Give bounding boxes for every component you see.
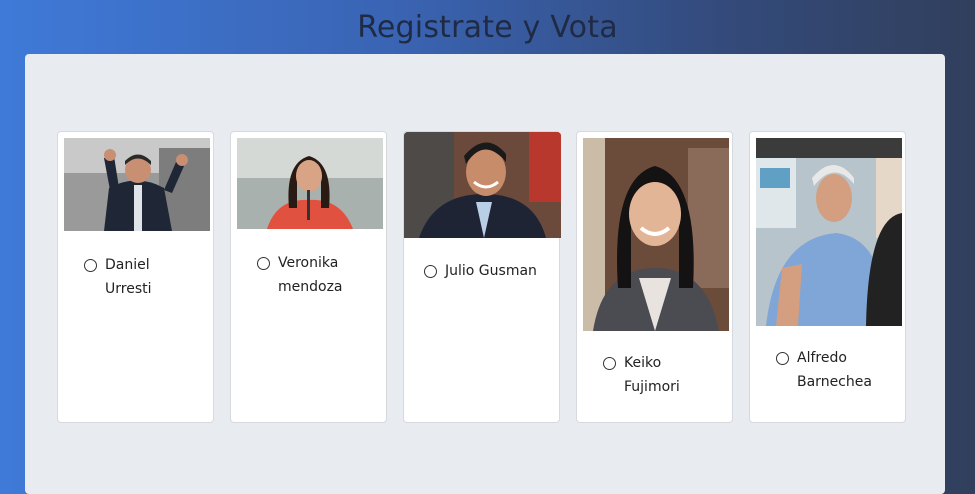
vote-option[interactable]: Keiko Fujimori <box>603 354 680 399</box>
candidate-name-line1: Daniel <box>105 257 150 273</box>
candidate-card-keiko-fujimori[interactable]: Keiko Fujimori <box>576 131 733 423</box>
candidate-card-julio-gusman[interactable]: Julio Gusman <box>403 131 561 423</box>
vote-option[interactable]: Daniel Urresti <box>84 256 152 301</box>
candidate-photo <box>64 138 210 231</box>
candidate-name: Daniel Urresti <box>105 253 152 301</box>
page-title: Registrate y Vota <box>357 10 618 45</box>
vote-option[interactable]: Alfredo Barnechea <box>776 349 872 394</box>
candidate-name-line1: Keiko <box>624 355 662 371</box>
vote-option[interactable]: Julio Gusman <box>424 262 537 283</box>
radio-button[interactable] <box>257 257 270 270</box>
candidate-name: Julio Gusman <box>445 259 537 283</box>
candidate-name-line1: Julio Gusman <box>445 263 537 279</box>
radio-button[interactable] <box>603 357 616 370</box>
candidate-name: Keiko Fujimori <box>624 351 680 399</box>
candidate-name-line2: Fujimori <box>624 379 680 395</box>
candidate-card-alfredo-barnechea[interactable]: Alfredo Barnechea <box>749 131 906 423</box>
candidate-name-line2: Barnechea <box>797 374 872 390</box>
candidate-photo <box>404 132 561 238</box>
candidates-panel: Daniel Urresti Veronika mendoza Julio Gu… <box>25 54 945 494</box>
candidate-card-veronika-mendoza[interactable]: Veronika mendoza <box>230 131 387 423</box>
candidate-card-daniel-urresti[interactable]: Daniel Urresti <box>57 131 214 423</box>
radio-button[interactable] <box>424 265 437 278</box>
candidate-name-line1: Alfredo <box>797 350 847 366</box>
candidate-name-line2: Urresti <box>105 281 152 297</box>
candidate-name-line2: mendoza <box>278 279 343 295</box>
candidate-name: Veronika mendoza <box>278 251 343 299</box>
candidate-photo <box>583 138 729 331</box>
candidate-name: Alfredo Barnechea <box>797 346 872 394</box>
radio-button[interactable] <box>776 352 789 365</box>
candidate-photo <box>237 138 383 229</box>
candidate-photo <box>756 138 902 326</box>
vote-option[interactable]: Veronika mendoza <box>257 254 343 299</box>
candidate-name-line1: Veronika <box>278 255 339 271</box>
radio-button[interactable] <box>84 259 97 272</box>
